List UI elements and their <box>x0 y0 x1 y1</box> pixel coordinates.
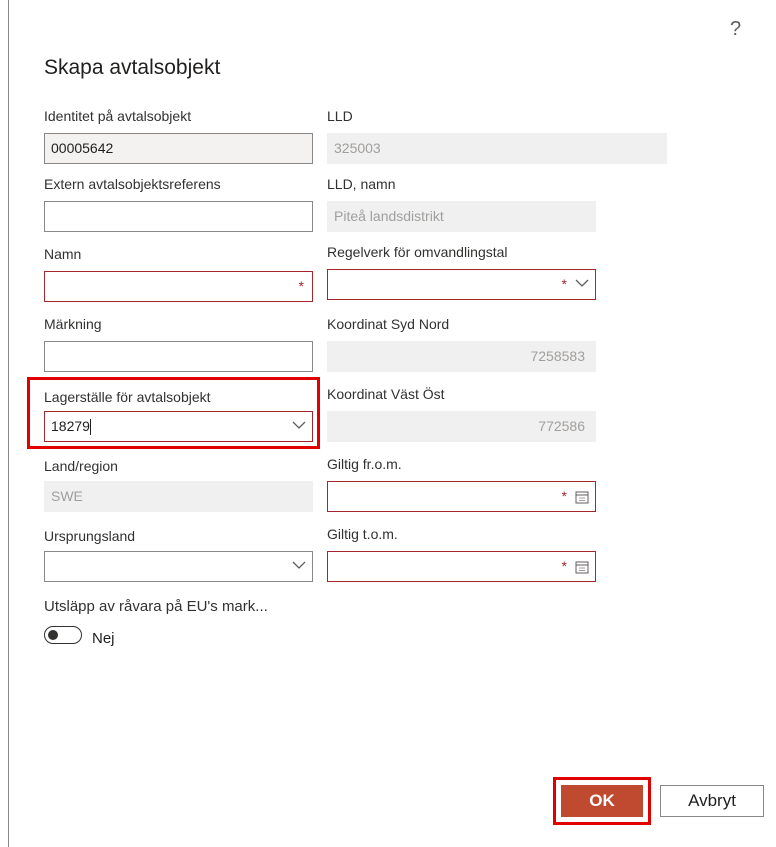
koord-sn-label: Koordinat Syd Nord <box>327 316 450 332</box>
koord-vo-label: Koordinat Väst Öst <box>327 386 445 402</box>
dialog-left-border <box>8 0 9 847</box>
giltig-tom-label: Giltig t.o.m. <box>327 526 398 542</box>
regelverk-label: Regelverk för omvandlingstal <box>327 244 508 260</box>
lagerstalle-label: Lagerställe för avtalsobjekt <box>44 389 211 405</box>
lld-field[interactable]: 325003 <box>327 133 667 164</box>
namn-label: Namn <box>44 246 82 262</box>
lld-label: LLD <box>327 108 353 124</box>
koord-sn-field[interactable]: 7258583 <box>327 341 596 372</box>
lagerstalle-select[interactable]: 18279 <box>44 411 313 442</box>
markning-input[interactable] <box>44 341 313 372</box>
koord-vo-field[interactable]: 772586 <box>327 411 596 442</box>
required-marker: * <box>561 488 567 504</box>
calendar-icon[interactable] <box>575 560 589 574</box>
toggle-knob <box>48 630 58 640</box>
identitet-field[interactable]: 00005642 <box>44 133 313 164</box>
required-marker: * <box>561 558 567 574</box>
giltig-tom-date[interactable]: * <box>327 551 596 582</box>
extern-ref-input[interactable] <box>44 201 313 232</box>
lagerstalle-value: 18279 <box>51 418 90 434</box>
giltig-from-label: Giltig fr.o.m. <box>327 456 402 472</box>
required-marker: * <box>561 276 567 292</box>
ursprungsland-select[interactable] <box>44 551 313 582</box>
identitet-label: Identitet på avtalsobjekt <box>44 108 192 124</box>
namn-input[interactable]: * <box>44 271 313 302</box>
chevron-down-icon <box>292 561 306 569</box>
regelverk-select[interactable]: * <box>327 269 596 300</box>
land-label: Land/region <box>44 458 118 474</box>
dialog-title: Skapa avtalsobjekt <box>44 56 221 79</box>
utslapp-toggle-text: Nej <box>92 630 115 647</box>
extern-ref-label: Extern avtalsobjektsreferens <box>44 176 221 192</box>
lld-namn-label: LLD, namn <box>327 176 396 192</box>
lld-namn-field[interactable]: Piteå landsdistrikt <box>327 201 596 232</box>
calendar-icon[interactable] <box>575 490 589 504</box>
giltig-from-date[interactable]: * <box>327 481 596 512</box>
land-field[interactable]: SWE <box>44 481 313 512</box>
utslapp-label: Utsläpp av råvara på EU's mark... <box>44 598 268 615</box>
required-marker: * <box>298 278 304 294</box>
markning-label: Märkning <box>44 316 102 332</box>
text-cursor <box>89 419 91 436</box>
ursprungsland-label: Ursprungsland <box>44 528 136 544</box>
chevron-down-icon <box>292 421 306 429</box>
ok-button[interactable]: OK <box>561 785 643 817</box>
help-icon[interactable]: ? <box>730 18 741 41</box>
utslapp-toggle[interactable] <box>44 626 82 644</box>
chevron-down-icon <box>575 279 589 287</box>
cancel-button[interactable]: Avbryt <box>660 785 764 817</box>
